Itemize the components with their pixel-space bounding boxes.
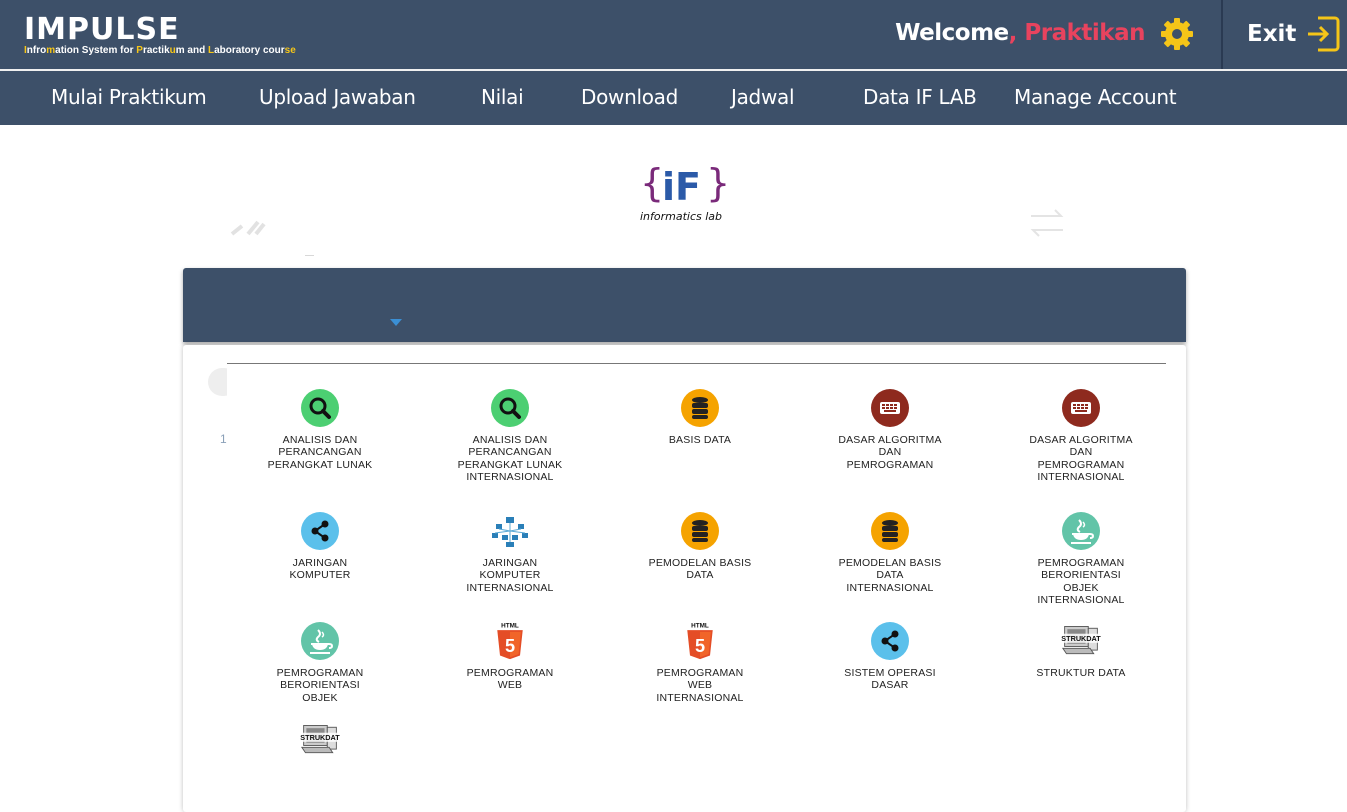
exit-icon (1308, 16, 1340, 52)
database-icon (870, 511, 910, 551)
svg-text:HTML: HTML (501, 622, 519, 629)
database-icon (680, 388, 720, 428)
course-item[interactable]: STRUKDAT STRUKTUR DATA (1006, 621, 1156, 679)
course-label: PEMODELAN BASIS DATA INTERNASIONAL (838, 557, 942, 594)
nav-upload-jawaban[interactable]: Upload Jawaban (259, 84, 416, 110)
informatics-lab-logo: { iF } informatics lab (640, 161, 730, 223)
svg-text:STRUKDAT: STRUKDAT (300, 733, 340, 742)
share-icon (300, 511, 340, 551)
course-item[interactable]: DASAR ALGORITMA DAN PEMROGRAMAN (815, 388, 965, 471)
course-label: SISTEM OPERASI DASAR (844, 667, 936, 692)
welcome-separator: , (1008, 20, 1025, 46)
welcome-message: Welcome, Praktikan (895, 18, 1145, 48)
course-item[interactable]: STRUKDAT (245, 720, 395, 766)
html5-icon: HTML 5 (680, 621, 720, 661)
nav-jadwal[interactable]: Jadwal (731, 84, 795, 110)
course-item[interactable]: ANALISIS DAN PERANCANGAN PERANGKAT LUNAK… (435, 388, 585, 483)
course-label: DASAR ALGORITMA DAN PEMROGRAMAN (838, 434, 942, 471)
nav-download[interactable]: Download (581, 84, 678, 110)
app-subtitle: Infromation System for Practikum and Lab… (24, 45, 296, 56)
course-item[interactable]: PEMROGRAMAN BERORIENTASI OBJEK INTERNASI… (1006, 511, 1156, 606)
course-item[interactable]: PEMROGRAMAN BERORIENTASI OBJEK (245, 621, 395, 704)
course-item[interactable]: BASIS DATA (625, 388, 775, 446)
course-label: BASIS DATA (668, 434, 732, 446)
app-title: IMPULSE (24, 12, 180, 47)
main-nav: Mulai Praktikum Upload Jawaban Nilai Dow… (0, 71, 1347, 125)
course-label: PEMROGRAMAN BERORIENTASI OBJEK (276, 667, 364, 704)
network-icon (490, 511, 530, 551)
computer-icon: STRUKDAT (1061, 621, 1101, 661)
exit-label: Exit (1247, 21, 1297, 47)
content-divider (227, 363, 1166, 364)
svg-text:5: 5 (505, 636, 515, 656)
course-label: DASAR ALGORITMA DAN PEMROGRAMAN INTERNAS… (1029, 434, 1133, 483)
faint-dash (305, 255, 314, 256)
faint-decoration (230, 220, 266, 236)
user-name: Praktikan (1024, 20, 1145, 46)
course-label: ANALISIS DAN PERANCANGAN PERANGKAT LUNAK (267, 434, 373, 471)
svg-text:HTML: HTML (691, 622, 709, 629)
course-item[interactable]: JARINGAN KOMPUTER INTERNASIONAL (435, 511, 585, 594)
course-item[interactable]: SISTEM OPERASI DASAR (815, 621, 965, 692)
keyboard-icon (870, 388, 910, 428)
course-item[interactable]: JARINGAN KOMPUTER (245, 511, 395, 582)
svg-text:5: 5 (695, 636, 705, 656)
logo-brace-right: } (706, 161, 730, 205)
database-icon (680, 511, 720, 551)
search-icon (300, 388, 340, 428)
course-item[interactable]: PEMODELAN BASIS DATA (625, 511, 775, 582)
course-label: JARINGAN KOMPUTER INTERNASIONAL (466, 557, 554, 594)
nav-nilai[interactable]: Nilai (481, 84, 524, 110)
logo-caption: informatics lab (640, 210, 722, 223)
search-icon (490, 388, 530, 428)
logo-mark: iF (662, 165, 701, 209)
exit-button[interactable]: Exit (1247, 16, 1340, 52)
share-icon (870, 621, 910, 661)
course-label: PEMROGRAMAN WEB INTERNASIONAL (656, 667, 744, 704)
welcome-label: Welcome (895, 20, 1009, 46)
nav-data-if-lab[interactable]: Data IF LAB (863, 84, 977, 110)
header-separator (1221, 0, 1223, 69)
nav-manage-account[interactable]: Manage Account (1014, 84, 1177, 110)
course-item[interactable]: PEMODELAN BASIS DATA INTERNASIONAL (815, 511, 965, 594)
top-header: IMPULSE Infromation System for Practikum… (0, 0, 1347, 69)
course-label: ANALISIS DAN PERANCANGAN PERANGKAT LUNAK… (457, 434, 563, 483)
faint-arrows-icon (1030, 209, 1064, 237)
java-icon (1061, 511, 1101, 551)
logo-brace-left: { (640, 161, 664, 205)
app-brand: IMPULSE Infromation System for Practikum… (24, 14, 296, 57)
course-label: STRUKTUR DATA (1036, 667, 1126, 679)
panel-header (183, 268, 1186, 342)
html5-icon: HTML 5 (490, 621, 530, 661)
computer-icon: STRUKDAT (300, 720, 340, 760)
course-item[interactable]: ANALISIS DAN PERANCANGAN PERANGKAT LUNAK (245, 388, 395, 471)
course-label: PEMODELAN BASIS DATA (648, 557, 752, 582)
java-icon (300, 621, 340, 661)
keyboard-icon (1061, 388, 1101, 428)
course-label: PEMROGRAMAN WEB (466, 667, 554, 692)
nav-mulai-praktikum[interactable]: Mulai Praktikum (51, 84, 207, 110)
course-label: PEMROGRAMAN BERORIENTASI OBJEK INTERNASI… (1037, 557, 1125, 606)
course-item[interactable]: DASAR ALGORITMA DAN PEMROGRAMAN INTERNAS… (1006, 388, 1156, 483)
svg-text:STRUKDAT: STRUKDAT (1061, 634, 1101, 643)
dropdown-caret-icon[interactable] (390, 319, 402, 326)
course-item[interactable]: HTML 5 PEMROGRAMAN WEB (435, 621, 585, 692)
course-item[interactable]: HTML 5 PEMROGRAMAN WEB INTERNASIONAL (625, 621, 775, 704)
course-label: JARINGAN KOMPUTER (289, 557, 351, 582)
gear-icon[interactable] (1159, 16, 1195, 52)
